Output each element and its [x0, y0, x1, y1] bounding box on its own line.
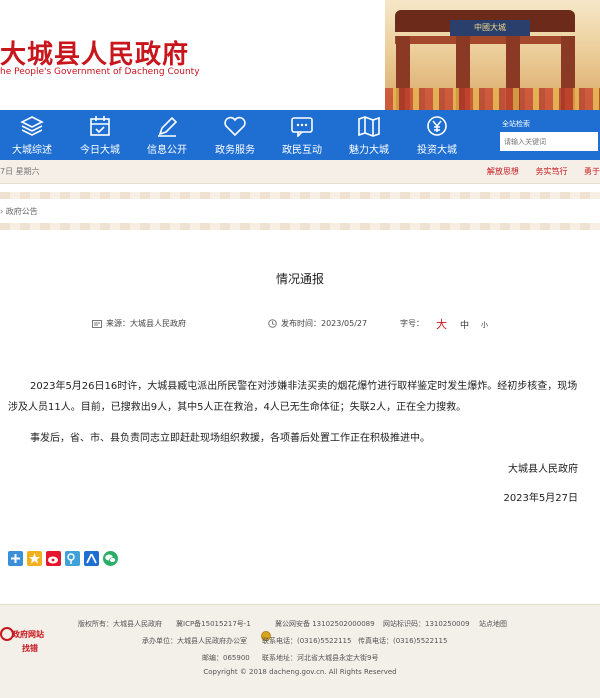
nav-item-invest[interactable]: 投资大城 — [407, 110, 467, 160]
crowd-decoration — [385, 88, 600, 110]
nav-item-today[interactable]: 今日大城 — [70, 110, 130, 160]
footer-sitemap-link[interactable]: 站点地图 — [479, 619, 507, 629]
share-wechat-icon[interactable] — [103, 551, 118, 566]
site-title-english: he People's Government of Dacheng County — [0, 67, 200, 77]
slogan-link[interactable]: 解放思想 — [487, 167, 519, 176]
share-qzone-icon[interactable] — [27, 551, 42, 566]
article-title: 情况通报 — [275, 272, 324, 286]
gate-beam — [395, 36, 575, 44]
article-source: 来源：大城县人民政府 — [92, 318, 186, 329]
slogan-link[interactable]: 务实笃行 — [535, 167, 567, 176]
font-size-large-button[interactable]: 大 — [436, 316, 447, 332]
nav-item-services[interactable]: 政务服务 — [205, 110, 265, 160]
footer-icp[interactable]: 冀ICP备15015217号-1 — [176, 619, 251, 629]
breadcrumb: › 政府公告 — [0, 206, 38, 217]
footer-phone: 联系电话：(0316)5522115 — [262, 637, 352, 645]
footer-police-record[interactable]: 冀公网安备 13102502000089 — [275, 619, 375, 629]
search-input[interactable] — [500, 132, 598, 151]
site-header: 中國大城 大城县人民政府 he People's Government of D… — [0, 0, 600, 110]
breadcrumb-band — [0, 192, 600, 230]
header-gate-banner: 中國大城 — [385, 0, 600, 110]
article-sign-date: 2023年5月27日 — [503, 493, 578, 504]
time-value: 2023/05/27 — [321, 319, 368, 328]
slogan-links: 解放思想 务实笃行 勇于 — [473, 166, 600, 177]
heart-icon — [224, 116, 246, 137]
nav-item-charm[interactable]: 魅力大城 — [339, 110, 399, 160]
clock-icon — [268, 319, 277, 328]
search-title: 全站检索 — [502, 120, 530, 128]
nav-item-info[interactable]: 信息公开 — [137, 110, 197, 160]
pen-icon — [158, 116, 178, 137]
nav-label: 大城综述 — [12, 145, 52, 156]
nav-label: 投资大城 — [417, 145, 457, 156]
nav-label: 信息公开 — [147, 145, 187, 156]
calendar-icon — [90, 116, 110, 136]
nav-label: 政民互动 — [282, 145, 322, 156]
share-weibo-icon[interactable] — [46, 551, 61, 566]
footer-zip: 邮编：065900 — [202, 654, 250, 662]
badge-subtitle: 找错 — [22, 644, 38, 653]
current-date: 7日 星期六 — [0, 167, 40, 176]
layers-icon — [20, 116, 44, 136]
footer-site-id: 网站标识码：1310250009 — [383, 620, 470, 628]
article-time: 发布时间：2023/05/27 — [268, 318, 367, 329]
footer-owner: 版权所有：大城县人民政府 — [78, 620, 162, 628]
slogan-link[interactable]: 勇于 — [584, 167, 600, 176]
share-renren-icon[interactable] — [84, 551, 99, 566]
nav-label: 政务服务 — [215, 145, 255, 156]
site-title[interactable]: 大城县人民政府 — [0, 34, 189, 71]
site-search: 全站检索 — [498, 116, 600, 156]
nav-item-overview[interactable]: 大城综述 — [2, 110, 62, 160]
font-size-label: 字号： — [400, 319, 424, 328]
article-paragraph: 事发后，省、市、县负责同志立即赶赴现场组织救援，各项善后处置工作正在积极推进中。 — [30, 433, 430, 444]
nav-label: 今日大城 — [80, 145, 120, 156]
article-signature: 大城县人民政府 — [508, 464, 578, 475]
nav-item-interaction[interactable]: 政民互动 — [272, 110, 332, 160]
yen-icon — [427, 116, 447, 136]
footer-host: 承办单位：大城县人民政府办公室 — [142, 637, 247, 645]
chat-icon — [291, 117, 313, 137]
footer-copyright: Copyright © 2018 dacheng.gov.cn. All Rig… — [203, 668, 397, 676]
breadcrumb-item[interactable]: 政府公告 — [6, 207, 38, 216]
footer-fax: 传真电话：(0316)5522115 — [358, 637, 448, 645]
nav-label: 魅力大城 — [349, 145, 389, 156]
gate-plaque: 中國大城 — [450, 20, 530, 36]
share-tencent-icon[interactable] — [65, 551, 80, 566]
source-label: 来源： — [106, 319, 130, 328]
gov-site-error-badge[interactable]: 政府网站 找错 — [0, 623, 56, 663]
article-paragraph: 2023年5月26日16时许，大城县臧屯派出所民警在对涉嫌非法买卖的烟花爆竹进行… — [8, 381, 578, 413]
source-value: 大城县人民政府 — [130, 319, 186, 328]
badge-title: 政府网站 — [12, 630, 44, 639]
map-icon — [358, 116, 380, 137]
date-bar: 7日 星期六 解放思想 务实笃行 勇于 — [0, 160, 600, 184]
source-icon — [92, 320, 102, 328]
site-footer: 政府网站 找错 版权所有：大城县人民政府 冀ICP备15015217号-1 冀公… — [0, 604, 600, 698]
time-label: 发布时间： — [281, 319, 321, 328]
font-size-medium-button[interactable]: 中 — [460, 318, 469, 331]
font-size-small-button[interactable]: 小 — [481, 320, 488, 330]
footer-address: 联系地址：河北省大城县永定大街9号 — [262, 654, 379, 662]
share-plus-icon[interactable] — [8, 551, 23, 566]
